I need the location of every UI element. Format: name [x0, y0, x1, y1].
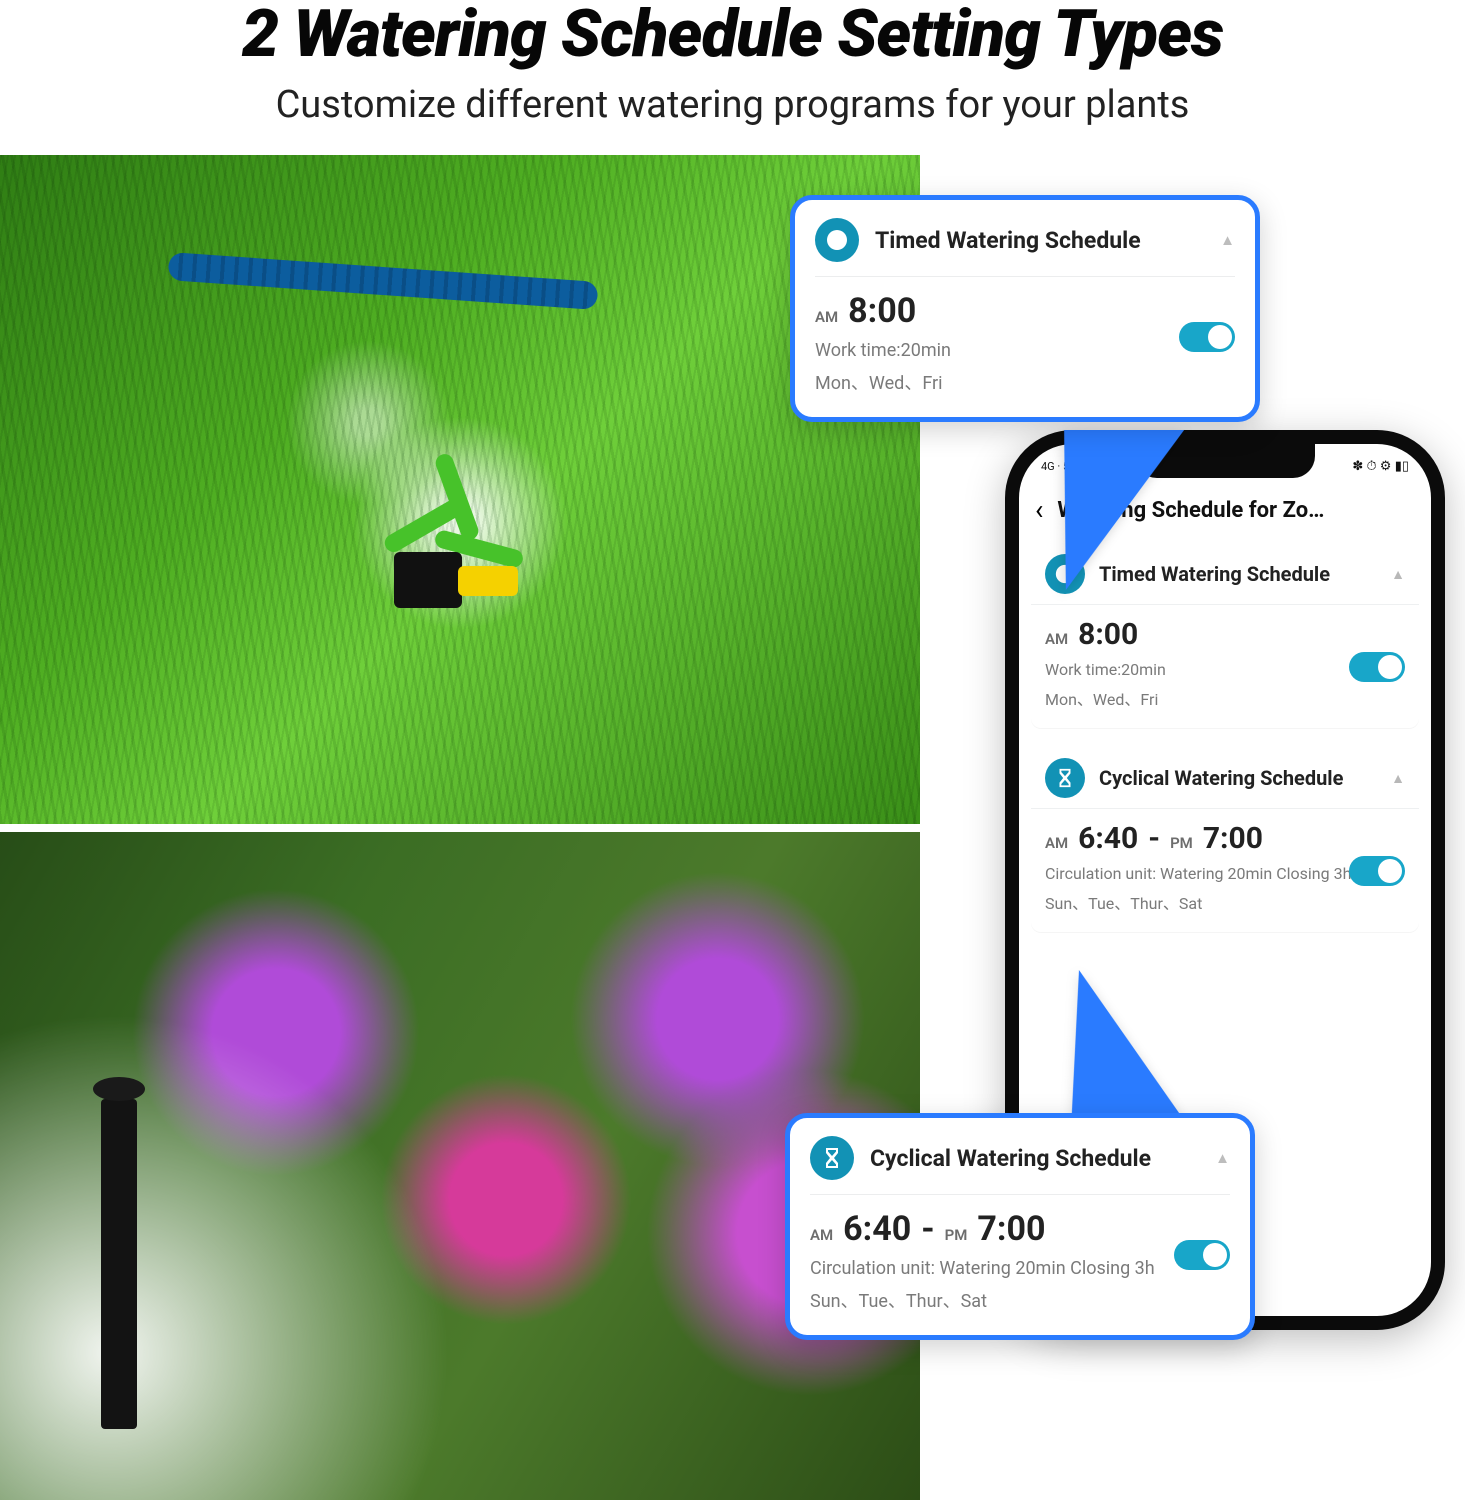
headline: 2 Watering Schedule Setting Types Custom…	[0, 0, 1465, 127]
phone-timed-body: AM 8:00 Work time:20min Mon、Wed、Fri	[1031, 605, 1419, 728]
phone-cyclic-body: AM 6:40 - PM 7:00 Circulation unit: Wate…	[1031, 809, 1419, 932]
hourglass-icon	[810, 1136, 854, 1180]
start-time: 6:40	[1078, 821, 1138, 856]
lawn-photo	[0, 155, 920, 824]
popup-sprinkler-prop	[101, 1099, 137, 1429]
phone-cyclic-days: Sun、Tue、Thur、Sat	[1045, 892, 1405, 916]
hourglass-icon	[1045, 758, 1085, 798]
phone-timed-days: Mon、Wed、Fri	[1045, 688, 1405, 712]
phone-cyclic-label: Cyclical Watering Schedule	[1099, 766, 1343, 790]
flowerbed-photo	[0, 832, 920, 1500]
dash-label: -	[1148, 821, 1160, 856]
chevron-up-icon: ▲	[1391, 566, 1405, 583]
photo-column	[0, 155, 920, 1500]
callout-cyclic-time: AM 6:40 - PM 7:00	[810, 1209, 1230, 1249]
phone-timed-toggle[interactable]	[1349, 652, 1405, 682]
statusbar-right: ✽ ⏱ ⚙ ▮▯	[1352, 459, 1409, 474]
phone-cyclic-panel: Cyclical Watering Schedule ▲ AM 6:40 - P…	[1031, 744, 1419, 932]
ampm-label: PM	[945, 1226, 968, 1244]
callout-timed: Timed Watering Schedule ▲ AM 8:00 Work t…	[790, 195, 1260, 422]
ampm-label: PM	[1170, 834, 1193, 852]
time-value: 8:00	[1078, 617, 1138, 652]
callout-cyclic-days: Sun、Tue、Thur、Sat	[810, 1288, 1230, 1315]
callout-cyclic-toggle[interactable]	[1174, 1240, 1230, 1270]
headline-subtitle: Customize different watering programs fo…	[40, 83, 1425, 127]
callout-timed-worktime: Work time:20min	[815, 337, 1235, 364]
phone-cyclic-toggle[interactable]	[1349, 856, 1405, 886]
callout-cyclic-body: AM 6:40 - PM 7:00 Circulation unit: Wate…	[810, 1195, 1230, 1315]
ampm-label: AM	[815, 308, 838, 326]
phone-timed-time: AM 8:00	[1045, 617, 1405, 652]
headline-title: 2 Watering Schedule Setting Types	[40, 0, 1425, 69]
callout-timed-label: Timed Watering Schedule	[875, 227, 1141, 254]
callout-timed-header[interactable]: Timed Watering Schedule ▲	[815, 218, 1235, 277]
callout-cyclic-label: Cyclical Watering Schedule	[870, 1145, 1151, 1172]
phone-cyclic-time: AM 6:40 - PM 7:00	[1045, 821, 1405, 856]
callout-timed-time: AM 8:00	[815, 291, 1235, 331]
phone-cyclic-header[interactable]: Cyclical Watering Schedule ▲	[1031, 744, 1419, 809]
ampm-label: AM	[1045, 834, 1068, 852]
callout-cyclic: Cyclical Watering Schedule ▲ AM 6:40 - P…	[785, 1113, 1255, 1340]
callout-timed-body: AM 8:00 Work time:20min Mon、Wed、Fri	[815, 277, 1235, 397]
rotary-sprinkler-prop	[350, 456, 560, 626]
callout-timed-toggle[interactable]	[1179, 322, 1235, 352]
chevron-up-icon: ▲	[1391, 770, 1405, 787]
end-time: 7:00	[977, 1209, 1045, 1249]
start-time: 6:40	[843, 1209, 911, 1249]
time-value: 8:00	[848, 291, 916, 331]
callout-timed-days: Mon、Wed、Fri	[815, 370, 1235, 397]
ampm-label: AM	[810, 1226, 833, 1244]
chevron-up-icon: ▲	[1220, 231, 1235, 249]
clock-icon	[815, 218, 859, 262]
ampm-label: AM	[1045, 630, 1068, 648]
chevron-up-icon: ▲	[1215, 1149, 1230, 1167]
callout-cyclic-header[interactable]: Cyclical Watering Schedule ▲	[810, 1136, 1230, 1195]
callout-cyclic-circulation: Circulation unit: Watering 20min Closing…	[810, 1255, 1230, 1282]
end-time: 7:00	[1203, 821, 1263, 856]
dash-label: -	[921, 1209, 934, 1249]
garden-hose	[168, 252, 599, 310]
